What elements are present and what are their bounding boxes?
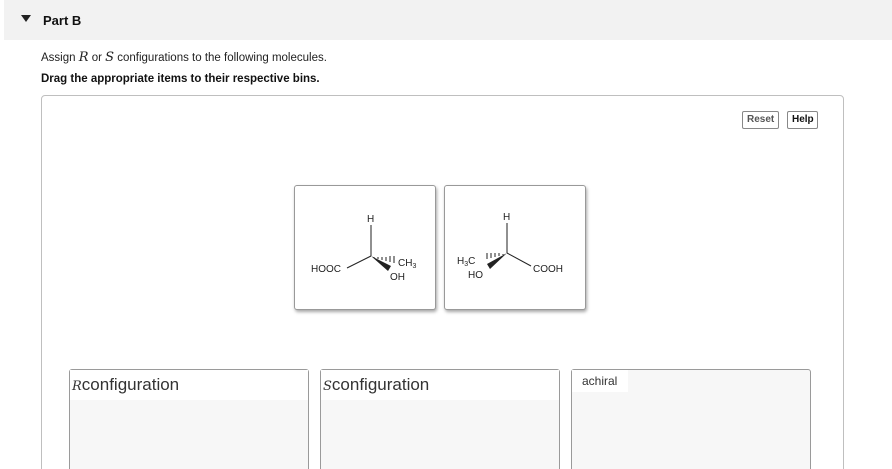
molecule-card-1[interactable]: H HOOC CH3 OH (294, 185, 436, 310)
instruction-or: or (88, 52, 106, 64)
molecule-structure-2: H H3C HO COOH (457, 212, 563, 281)
r-symbol: R (78, 50, 89, 65)
mol2-top-label: H (503, 212, 510, 223)
mol1-top-label: H (367, 214, 374, 225)
part-header: Part B (4, 0, 892, 40)
bin-s-configuration[interactable]: Sconfiguration (320, 369, 560, 469)
help-button[interactable]: Help (787, 111, 818, 129)
mol2-wedge-label: HO (468, 270, 483, 281)
part-title: Part B (43, 13, 82, 28)
bin-s-symbol: S (323, 379, 332, 394)
mol2-right-label: COOH (533, 264, 563, 275)
bin-r-text: configuration (81, 375, 180, 394)
bin-achiral-label: achiral (572, 370, 628, 392)
bin-achiral[interactable]: achiral (571, 369, 811, 469)
molecule-card-2[interactable]: H H3C HO COOH (444, 185, 586, 310)
instruction-prefix: Assign (41, 52, 79, 64)
collapse-toggle-icon[interactable] (21, 15, 31, 22)
reset-button[interactable]: Reset (742, 111, 779, 129)
instruction-suffix: configurations to the following molecule… (114, 52, 327, 64)
drag-instruction: Drag the appropriate items to their resp… (41, 73, 320, 85)
mol1-right-label: CH3 (398, 258, 416, 270)
instruction-text: Assign R or S configurations to the foll… (41, 50, 327, 65)
mol1-left-label: HOOC (311, 264, 341, 275)
s-symbol: S (105, 50, 115, 65)
mol2-left-label: H3C (457, 256, 475, 268)
mol1-wedge-label: OH (390, 272, 405, 283)
bin-r-symbol: R (72, 379, 82, 394)
molecule-structure-1: H HOOC CH3 OH (311, 214, 416, 283)
bin-s-text: configuration (331, 375, 430, 394)
bin-r-label: Rconfiguration (70, 370, 308, 400)
bin-r-configuration[interactable]: Rconfiguration (69, 369, 309, 469)
bin-s-label: Sconfiguration (321, 370, 559, 400)
